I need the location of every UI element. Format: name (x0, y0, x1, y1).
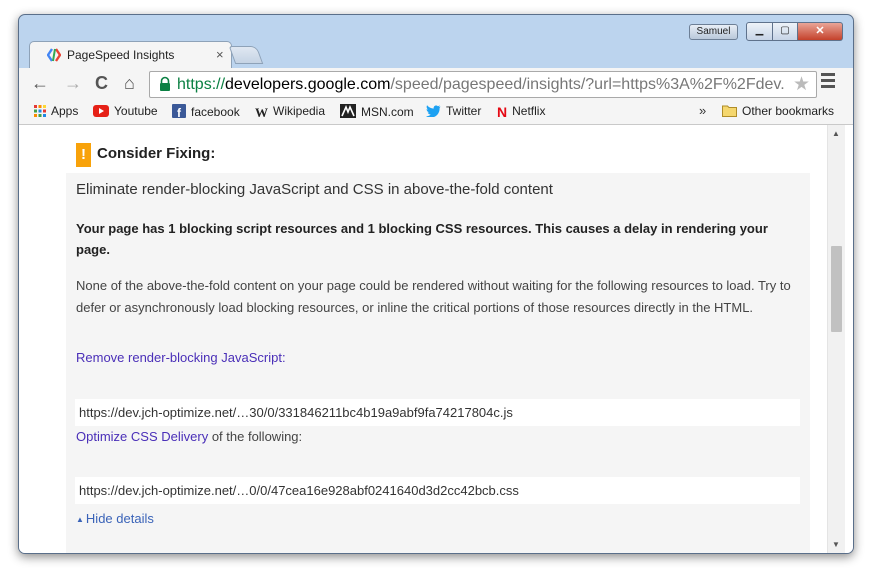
rule-details: Eliminate render-blocking JavaScript and… (66, 173, 810, 553)
bookmark-netflix[interactable]: N Netflix (497, 104, 545, 120)
bookmark-label: Netflix (512, 104, 546, 118)
facebook-icon: f (172, 104, 186, 118)
js-label-suffix: : (281, 350, 286, 365)
url-host: developers.google.com (225, 76, 391, 93)
js-section-label: Remove render-blocking JavaScript: (76, 350, 286, 365)
url-path: /speed/pagespeed/insights/?url=https%3A%… (390, 76, 785, 93)
other-bookmarks-folder[interactable]: Other bookmarks (722, 104, 834, 118)
chrome-menu-icon[interactable] (821, 73, 835, 91)
tab-pagespeed-insights[interactable]: PageSpeed Insights × (29, 41, 232, 69)
browser-window: Samuel ▁ ▢ ✕ PageSpeed Insights × ← → C … (18, 14, 854, 554)
rule-description: None of the above-the-fold content on yo… (76, 278, 791, 315)
folder-icon (722, 105, 737, 117)
minimize-button[interactable]: ▁ (746, 22, 773, 41)
bookmark-msn[interactable]: MSN.com (340, 104, 414, 119)
hide-details-label: Hide details (85, 511, 154, 526)
bookmark-star-icon[interactable]: ★ (793, 72, 810, 97)
bookmark-facebook[interactable]: f facebook (172, 104, 240, 119)
css-label-suffix: of the following: (208, 429, 303, 444)
apps-grid-icon (34, 105, 46, 117)
forward-arrow-icon[interactable]: → (64, 72, 82, 94)
bookmark-label: Other bookmarks (742, 104, 835, 118)
reload-icon[interactable]: C (95, 72, 108, 94)
twitter-icon (426, 105, 441, 117)
scrollbar-thumb[interactable] (831, 246, 842, 332)
bookmark-label: Apps (51, 104, 79, 118)
bookmark-label: Youtube (114, 104, 158, 118)
home-icon[interactable]: ⌂ (124, 72, 135, 94)
remove-render-blocking-js-link[interactable]: Remove render-blocking JavaScript (76, 350, 282, 365)
optimize-css-delivery-link[interactable]: Optimize CSS Delivery (76, 429, 208, 444)
bookmark-label: Wikipedia (273, 104, 326, 118)
wikipedia-icon: W (255, 105, 268, 120)
pagespeed-icon (47, 48, 61, 62)
scroll-up-arrow-icon[interactable]: ▲ (832, 129, 840, 138)
page-viewport: ! Consider Fixing: Eliminate render-bloc… (19, 125, 853, 553)
css-section-label: Optimize CSS Delivery of the following: (76, 429, 302, 444)
collapse-triangle-icon: ▲ (76, 515, 84, 524)
url-text: https://developers.google.com/speed/page… (177, 72, 789, 97)
section-heading: Consider Fixing: (97, 145, 216, 162)
close-window-button[interactable]: ✕ (798, 22, 843, 41)
tab-close-icon[interactable]: × (216, 47, 224, 62)
profile-button[interactable]: Samuel (689, 24, 738, 40)
bookmark-twitter[interactable]: Twitter (426, 104, 481, 118)
netflix-icon: N (497, 104, 508, 120)
warning-icon: ! (76, 143, 91, 167)
youtube-icon (93, 105, 109, 117)
maximize-button[interactable]: ▢ (773, 22, 798, 41)
pagespeed-results: ! Consider Fixing: Eliminate render-bloc… (66, 125, 810, 553)
bookmark-label: Twitter (446, 104, 482, 118)
more-bookmarks-chevron-icon[interactable]: » (699, 103, 706, 118)
browser-toolbar: ← → C ⌂ https://developers.google.com/sp… (19, 68, 853, 100)
bookmark-label: MSN.com (361, 105, 414, 119)
scroll-down-arrow-icon[interactable]: ▼ (832, 540, 840, 549)
css-resource-url: https://dev.jch-optimize.net/…0/0/47cea1… (75, 477, 800, 504)
js-resource-url: https://dev.jch-optimize.net/…30/0/33184… (75, 399, 800, 426)
back-arrow-icon[interactable]: ← (31, 72, 49, 94)
hide-details-link[interactable]: ▲ Hide details (76, 511, 154, 526)
url-scheme: https:// (177, 76, 226, 93)
bookmark-youtube[interactable]: Youtube (93, 104, 158, 118)
bookmark-label: facebook (191, 105, 240, 119)
vertical-scrollbar[interactable]: ▲ ▼ (827, 125, 845, 553)
msn-icon (340, 104, 356, 118)
window-controls: ▁ ▢ ✕ (746, 22, 843, 41)
rule-summary: Your page has 1 blocking script resource… (76, 221, 768, 257)
lock-icon (160, 76, 170, 91)
bookmark-apps[interactable]: Apps (34, 104, 78, 118)
rule-title[interactable]: Eliminate render-blocking JavaScript and… (76, 181, 553, 198)
tab-title: PageSpeed Insights (67, 48, 175, 62)
new-tab-button[interactable] (228, 46, 264, 64)
bookmark-wikipedia[interactable]: W Wikipedia (255, 104, 325, 121)
address-bar[interactable]: https://developers.google.com/speed/page… (149, 71, 817, 98)
bookmarks-bar: Apps Youtube f facebook W Wikipedia MSN.c… (19, 100, 853, 125)
